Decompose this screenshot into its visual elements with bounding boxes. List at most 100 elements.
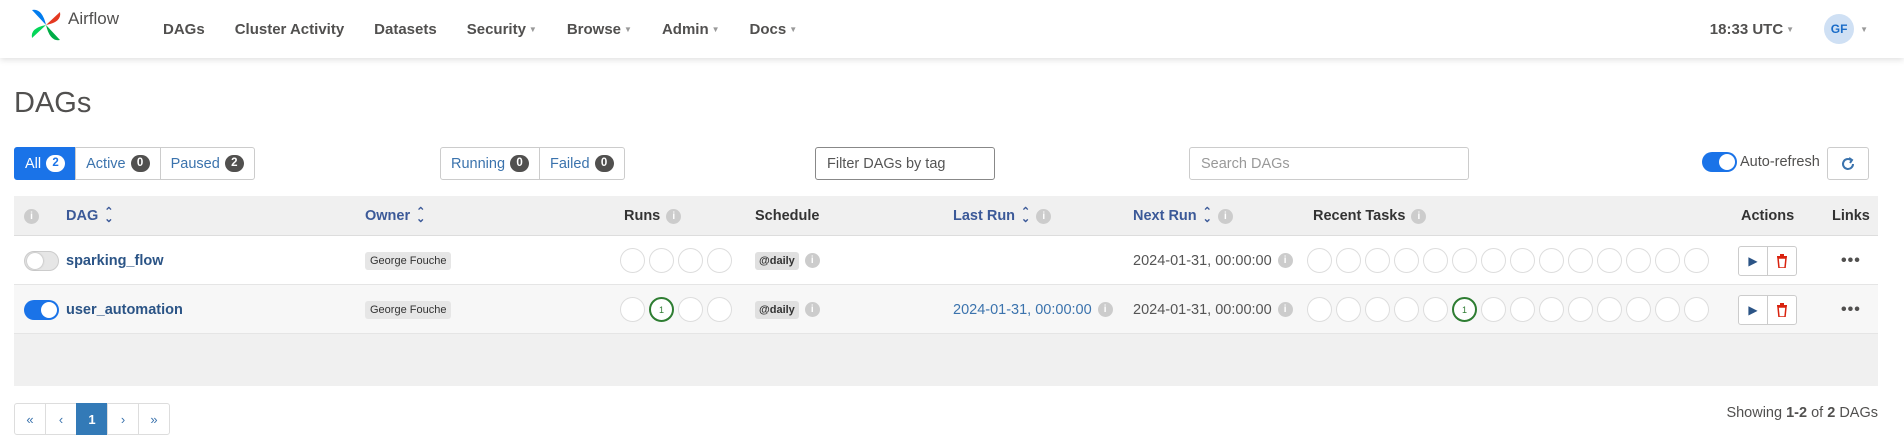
task-state-circle[interactable] (1539, 297, 1564, 322)
filter-all-button[interactable]: All 2 (14, 147, 77, 180)
nav-browse[interactable]: Browse ▼ (567, 21, 632, 38)
filter-running-button[interactable]: Running 0 (440, 147, 541, 180)
owner-chip[interactable]: George Fouche (365, 251, 452, 270)
task-state-circle[interactable] (1510, 248, 1535, 273)
autorefresh-switch[interactable] (1702, 152, 1737, 172)
task-state-circle[interactable] (1597, 248, 1622, 273)
task-state-circle[interactable] (1423, 248, 1448, 273)
run-state-circle[interactable] (707, 248, 732, 273)
info-icon[interactable]: i (1277, 302, 1293, 317)
page-prev-button[interactable]: ‹ (45, 403, 77, 435)
task-state-circle[interactable]: 1 (1452, 297, 1477, 322)
task-state-circle[interactable] (1336, 248, 1361, 273)
task-state-circle[interactable] (1684, 297, 1709, 322)
task-state-circle[interactable] (1539, 248, 1564, 273)
dag-pause-toggle[interactable] (24, 250, 59, 271)
info-icon[interactable]: i (1036, 208, 1052, 224)
info-icon[interactable]: i (1217, 208, 1233, 224)
more-links-icon[interactable]: ••• (1841, 252, 1861, 270)
nav-datasets[interactable]: Datasets (374, 21, 437, 38)
header-last-run[interactable]: Last Run ⌃ ⌄ i (953, 196, 1052, 236)
header-owner[interactable]: Owner ⌃ ⌄ (365, 196, 425, 236)
task-state-circle[interactable] (1394, 297, 1419, 322)
showing-range: 1-2 (1786, 405, 1808, 421)
task-state-circle[interactable] (1626, 248, 1651, 273)
page-next-button[interactable]: › (107, 403, 139, 435)
page-title: DAGs (14, 87, 92, 119)
trigger-dag-button[interactable]: ▶ (1738, 294, 1768, 325)
info-icon[interactable]: i (24, 208, 39, 224)
search-input[interactable]: Search DAGs (1189, 147, 1469, 180)
trash-icon (1777, 253, 1787, 268)
filter-failed-button[interactable]: Failed 0 (539, 147, 625, 180)
task-state-circle[interactable] (1423, 297, 1448, 322)
delete-dag-button[interactable] (1767, 245, 1797, 276)
owner-chip[interactable]: George Fouche (365, 300, 452, 319)
task-state-circle[interactable] (1655, 297, 1680, 322)
task-state-circle[interactable] (1336, 297, 1361, 322)
header-recent-tasks: Recent Tasks i (1313, 196, 1427, 236)
task-state-circle[interactable] (1684, 248, 1709, 273)
task-state-circle[interactable] (1365, 248, 1390, 273)
trigger-dag-button[interactable]: ▶ (1738, 245, 1768, 276)
tag-filter-input[interactable]: Filter DAGs by tag (815, 147, 995, 180)
dag-pause-toggle[interactable] (24, 299, 59, 320)
task-state-circle[interactable] (1655, 248, 1680, 273)
task-state-circle[interactable] (1365, 297, 1390, 322)
page-last-button[interactable]: » (138, 403, 170, 435)
task-state-circle[interactable] (1481, 248, 1506, 273)
run-state-circle[interactable] (620, 248, 645, 273)
brand-link[interactable]: Airflow (28, 6, 119, 44)
schedule-chip[interactable]: @daily (755, 251, 799, 270)
filter-paused-button[interactable]: Paused 2 (159, 147, 255, 180)
info-icon[interactable]: i (1097, 302, 1113, 317)
info-icon[interactable]: i (666, 208, 682, 224)
nav-dags[interactable]: DAGs (163, 21, 205, 38)
next-run-value: 2024-01-31, 00:00:00 (1133, 252, 1272, 269)
info-icon[interactable]: i (804, 302, 820, 317)
filter-failed-count: 0 (594, 155, 614, 172)
task-state-circle[interactable] (1568, 248, 1593, 273)
task-state-circle[interactable] (1568, 297, 1593, 322)
nav-docs[interactable]: Docs ▼ (750, 21, 798, 38)
user-avatar[interactable]: GF (1824, 14, 1855, 44)
nav-security[interactable]: Security ▼ (467, 21, 537, 38)
info-icon[interactable]: i (1411, 208, 1427, 224)
task-state-circle[interactable] (1510, 297, 1535, 322)
run-state-circle[interactable] (707, 297, 732, 322)
dag-link[interactable]: sparking_flow (66, 253, 164, 269)
page-first-button[interactable]: « (14, 403, 46, 435)
dag-link[interactable]: user_automation (66, 302, 183, 318)
task-state-circle[interactable] (1452, 248, 1477, 273)
filter-failed-label: Failed (550, 155, 590, 172)
header-next-run[interactable]: Next Run ⌃ ⌄ i (1133, 196, 1233, 236)
run-state-circle[interactable] (678, 297, 703, 322)
airflow-logo-icon (31, 9, 61, 41)
run-state-circle[interactable] (649, 248, 674, 273)
nav-cluster-activity[interactable]: Cluster Activity (235, 21, 344, 38)
header-recent-tasks-label: Recent Tasks (1313, 208, 1406, 224)
delete-dag-button[interactable] (1767, 294, 1797, 325)
task-state-circle[interactable] (1481, 297, 1506, 322)
task-state-circle[interactable] (1307, 248, 1332, 273)
last-run-link[interactable]: 2024-01-31, 00:00:00 (953, 302, 1092, 318)
info-icon[interactable]: i (804, 253, 820, 268)
task-state-circle[interactable] (1626, 297, 1651, 322)
info-icon[interactable]: i (1277, 253, 1293, 268)
run-state-circle[interactable] (620, 297, 645, 322)
timezone-dropdown[interactable]: 18:33 UTC ▼ (1710, 21, 1794, 38)
dag-toggle-cell (24, 285, 59, 334)
chevron-down-icon[interactable]: ▼ (1860, 25, 1868, 34)
page-1-button[interactable]: 1 (76, 403, 108, 435)
header-dag[interactable]: DAG ⌃ ⌄ (66, 196, 113, 236)
refresh-button[interactable] (1827, 147, 1869, 180)
schedule-chip[interactable]: @daily (755, 300, 799, 319)
more-links-icon[interactable]: ••• (1841, 301, 1861, 319)
task-state-circle[interactable] (1597, 297, 1622, 322)
task-state-circle[interactable] (1307, 297, 1332, 322)
run-state-circle[interactable] (678, 248, 703, 273)
run-state-circle[interactable]: 1 (649, 297, 674, 322)
filter-active-button[interactable]: Active 0 (75, 147, 161, 180)
task-state-circle[interactable] (1394, 248, 1419, 273)
nav-admin[interactable]: Admin ▼ (662, 21, 720, 38)
